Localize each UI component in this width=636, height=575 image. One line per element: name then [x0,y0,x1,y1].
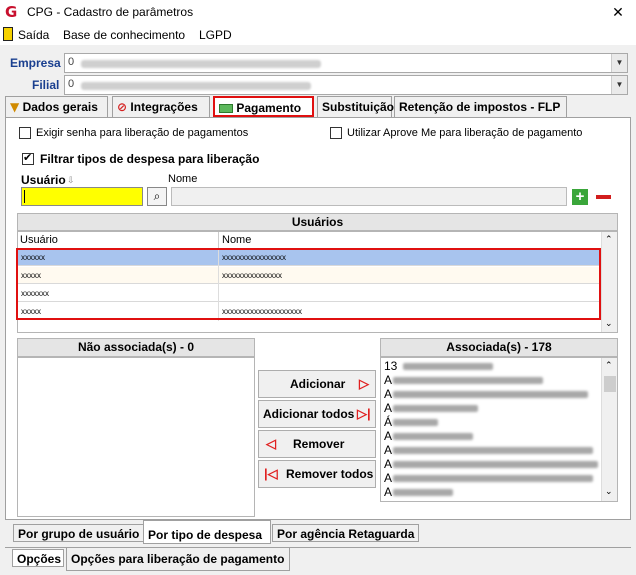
tab-substituicao[interactable]: Substituição [317,96,395,117]
adicionar-button[interactable]: Adicionar ▷ [258,370,376,398]
remover-todos-button[interactable]: |◁ Remover todos [258,460,376,488]
rows-highlight [16,248,601,320]
window-title: CPG - Cadastro de parâmetros [27,5,194,19]
arrow-left-icon: ◁ [266,436,276,451]
arrow-left-end-icon: |◁ [264,466,278,481]
filial-label: Filial [32,78,60,92]
menu-base-conhecimento[interactable]: Base de conhecimento [63,28,185,42]
filial-redacted [81,82,311,90]
tab-opcoes-liberacao-pagamento[interactable]: Opções para liberação de pagamento [66,547,290,571]
associadas-list[interactable]: 13 A A A Á A A A A A ⌃ ⌄ [380,357,618,502]
chevron-down-icon[interactable]: ⌄ [605,486,613,497]
tab-label: Pagamento [236,101,302,115]
aprove-me-checkbox[interactable] [330,127,342,139]
exigir-senha-label: Exigir senha para liberação de pagamento… [36,127,249,139]
nao-associadas-title: Não associada(s) - 0 [17,338,255,357]
empresa-label: Empresa [10,56,61,70]
remove-icon[interactable] [595,189,612,205]
associadas-scrollbar[interactable]: ⌃ ⌄ [601,358,617,501]
list-item-prefix: A [384,373,393,387]
list-item-prefix: A [384,443,393,457]
tab-por-agencia-retaguarda[interactable]: Por agência Retaguarda [272,524,419,542]
remover-todos-label: Remover todos [286,467,374,481]
tab-opcoes[interactable]: Opções [12,549,64,567]
list-item-prefix: A [384,401,393,415]
list-item-prefix: A [384,485,393,499]
grid-header: Usuário Nome [18,232,601,249]
arrow-right-icon: ▷ [359,376,369,391]
column-header-usuario[interactable]: Usuário [20,234,58,246]
chevron-down-icon[interactable]: ▼ [611,54,627,72]
list-item-prefix: A [384,471,393,485]
text-cursor [24,190,25,203]
list-item-prefix: A [384,457,393,471]
usuarios-grid-title: Usuários [17,213,618,231]
empresa-redacted [81,60,321,68]
scroll-thumb[interactable] [604,376,616,392]
nome-label: Nome [168,173,198,185]
exit-icon [3,27,13,41]
tab-label: Retenção de impostos - FLP [399,100,561,114]
aprove-me-label: Utilizar Aprove Me para liberação de pag… [347,127,583,139]
title-bar: G CPG - Cadastro de parâmetros ✕ [0,0,636,25]
grid-scrollbar[interactable]: ⌃ ⌄ [601,232,617,332]
adicionar-label: Adicionar [290,377,346,391]
filtrar-tipos-checkbox[interactable] [22,151,34,165]
tab-label: Dados gerais [22,100,98,114]
exigir-senha-checkbox[interactable] [19,127,31,139]
empresa-select[interactable]: 0 ▼ [64,53,628,73]
tab-integracoes[interactable]: ⊘ Integrações [112,96,210,117]
list-item-prefix: 13 [384,359,398,373]
tab-pagamento[interactable]: Pagamento [213,96,314,117]
menu-lgpd[interactable]: LGPD [199,28,232,42]
filtrar-tipos-label: Filtrar tipos de despesa para liberação [40,152,260,166]
binoculars-icon[interactable]: ⌕ [147,187,167,206]
tab-por-grupo-usuario[interactable]: Por grupo de usuário [13,524,144,542]
required-icon: ⇩ [67,175,75,185]
tab-por-tipo-despesa[interactable]: Por tipo de despesa [143,520,271,544]
chevron-down-icon[interactable]: ⌄ [605,318,613,329]
close-button[interactable]: ✕ [606,2,630,22]
chevron-up-icon[interactable]: ⌃ [605,360,613,371]
usuario-label: Usuário [21,173,66,187]
filial-value: 0 [68,78,75,90]
column-header-nome[interactable]: Nome [222,234,251,246]
tab-label: Substituição [322,100,395,114]
associadas-title: Associada(s) - 178 [380,338,618,357]
funnel-icon: ▼ [10,100,20,114]
chevron-up-icon[interactable]: ⌃ [605,234,613,245]
list-item-prefix: A [384,387,393,401]
remover-label: Remover [293,437,345,451]
nome-field [171,187,567,206]
tab-retencao-impostos[interactable]: Retenção de impostos - FLP [394,96,567,117]
adicionar-todos-button[interactable]: Adicionar todos ▷| [258,400,376,428]
adicionar-todos-label: Adicionar todos [263,407,355,421]
nao-associadas-list[interactable] [17,357,255,517]
integration-icon: ⊘ [117,100,128,114]
app-logo-icon: G [5,3,18,21]
usuario-input[interactable] [21,187,143,206]
menu-saida[interactable]: Saída [18,28,49,42]
add-icon[interactable]: + [572,189,588,205]
menu-bar: Saída Base de conhecimento LGPD [0,25,636,45]
chevron-down-icon[interactable]: ▼ [611,76,627,94]
list-item-prefix: Á [384,415,393,429]
list-item-prefix: A [384,429,393,443]
money-icon [219,104,233,113]
remover-button[interactable]: ◁ Remover [258,430,376,458]
tab-label: Integrações [130,100,198,114]
filial-select[interactable]: 0 ▼ [64,75,628,95]
arrow-right-end-icon: ▷| [357,406,371,421]
empresa-value: 0 [68,56,75,68]
tab-dados-gerais[interactable]: ▼ Dados gerais [5,96,108,117]
